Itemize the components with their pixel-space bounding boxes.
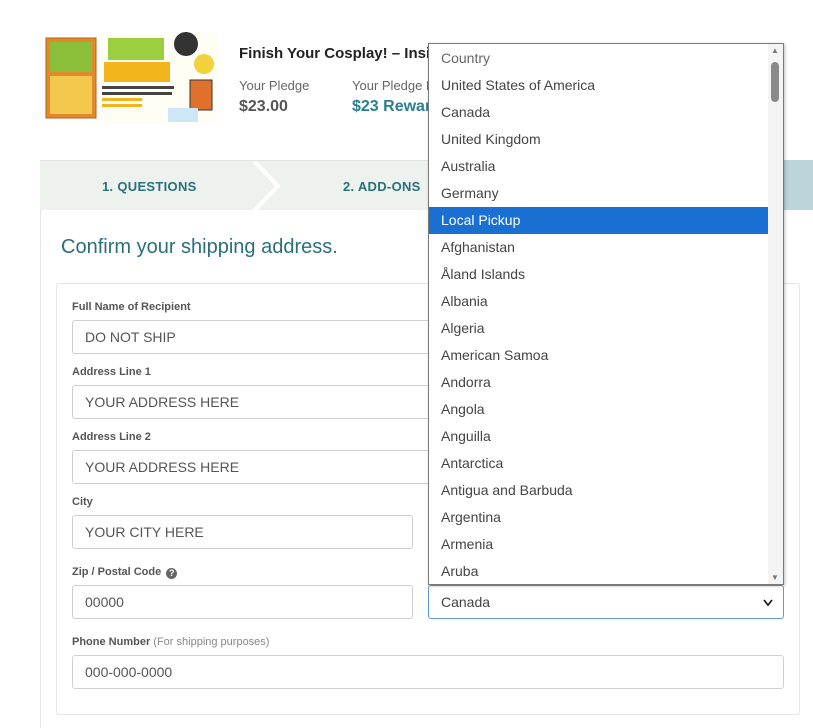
dropdown-option[interactable]: Aruba: [429, 558, 769, 584]
phone-label-text: Phone Number: [72, 636, 151, 648]
product-title: Finish Your Cosplay! – Insider: [239, 45, 429, 62]
dropdown-option[interactable]: Afghanistan: [429, 234, 769, 261]
scrollbar-thumb[interactable]: [771, 62, 779, 102]
phone-label: Phone Number (For shipping purposes): [72, 636, 269, 648]
pledge-label: Your Pledge: [239, 78, 310, 93]
scroll-down-icon[interactable]: ▼: [771, 573, 779, 582]
dropdown-option[interactable]: American Samoa: [429, 342, 769, 369]
dropdown-option[interactable]: United States of America: [429, 72, 769, 99]
dropdown-option[interactable]: Åland Islands: [429, 261, 769, 288]
dropdown-option[interactable]: Armenia: [429, 531, 769, 558]
country-select[interactable]: Canada: [428, 585, 784, 619]
dropdown-option[interactable]: Germany: [429, 180, 769, 207]
dropdown-option[interactable]: Country: [429, 45, 769, 72]
country-dropdown-list[interactable]: Country United States of America Canada Uni…: [428, 43, 784, 585]
phone-sublabel: (For shipping purposes): [153, 636, 270, 648]
page-title: Confirm your shipping address.: [61, 236, 338, 258]
dropdown-option[interactable]: Argentina: [429, 504, 769, 531]
step-questions[interactable]: 1. QUESTIONS: [102, 179, 197, 194]
chevron-down-icon: [763, 599, 773, 607]
dropdown-option[interactable]: Canada: [429, 99, 769, 126]
scroll-up-icon[interactable]: ▲: [771, 46, 779, 55]
zip-label-text: Zip / Postal Code: [72, 566, 162, 578]
dropdown-option[interactable]: Anguilla: [429, 423, 769, 450]
zip-input[interactable]: 00000: [72, 585, 413, 619]
dropdown-option[interactable]: Albania: [429, 288, 769, 315]
scrollbar[interactable]: ▲ ▼: [768, 44, 783, 584]
reward-value: $23 Reward: [352, 98, 430, 115]
full-name-label: Full Name of Recipient: [72, 301, 191, 313]
pledge-value: $23.00: [239, 98, 288, 115]
dropdown-option[interactable]: Australia: [429, 153, 769, 180]
country-select-value: Canada: [441, 594, 491, 610]
dropdown-option[interactable]: United Kingdom: [429, 126, 769, 153]
phone-input[interactable]: 000-000-0000: [72, 655, 784, 689]
dropdown-option[interactable]: Angola: [429, 396, 769, 423]
city-label: City: [72, 496, 93, 508]
dropdown-option[interactable]: Andorra: [429, 369, 769, 396]
dropdown-option[interactable]: Antigua and Barbuda: [429, 477, 769, 504]
step-addons[interactable]: 2. ADD-ONS: [343, 179, 421, 194]
address2-label: Address Line 2: [72, 431, 151, 443]
address1-label: Address Line 1: [72, 366, 151, 378]
step-chevron-icon: [252, 161, 280, 211]
dropdown-option[interactable]: Local Pickup: [429, 207, 769, 234]
dropdown-option[interactable]: Antarctica: [429, 450, 769, 477]
city-input[interactable]: YOUR CITY HERE: [72, 515, 413, 549]
dropdown-options: Country United States of America Canada Uni…: [429, 45, 769, 584]
product-image: [44, 30, 220, 128]
zip-label: Zip / Postal Code ?: [72, 566, 178, 579]
question-icon[interactable]: ?: [166, 568, 178, 579]
dropdown-option[interactable]: Algeria: [429, 315, 769, 342]
